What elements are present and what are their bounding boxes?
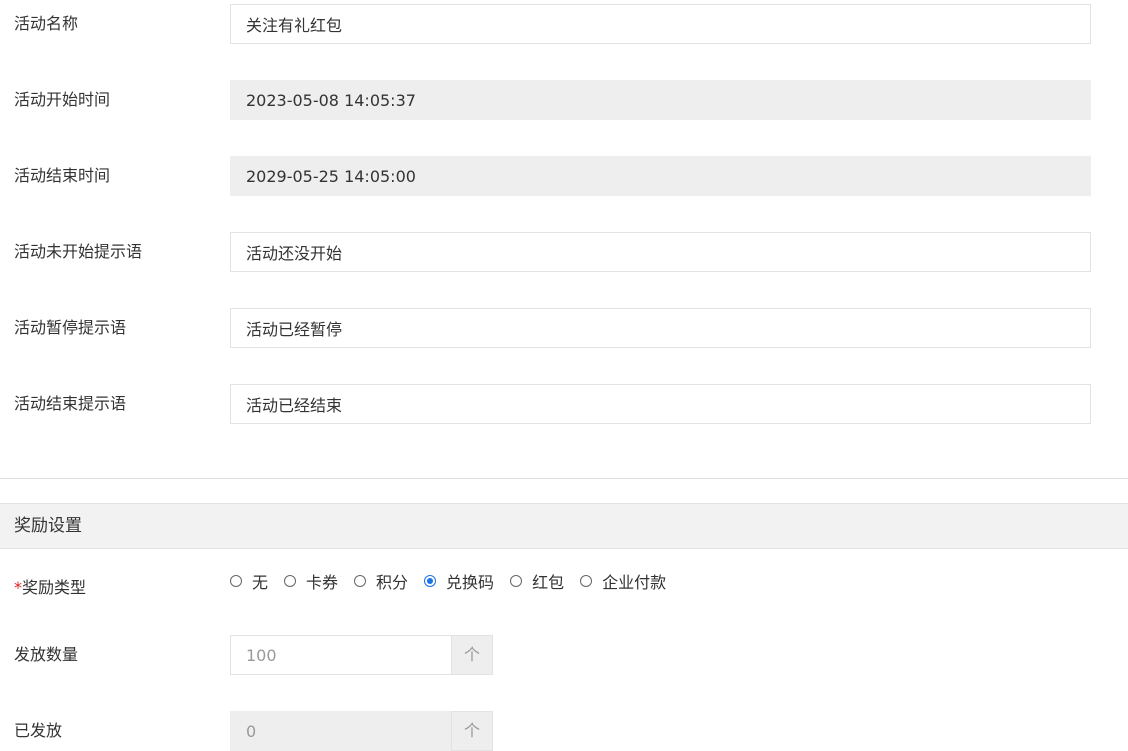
radio-label[interactable]: 兑换码 bbox=[446, 569, 494, 593]
quantity-input[interactable] bbox=[230, 635, 452, 675]
radio-checked-icon[interactable] bbox=[424, 575, 437, 587]
end-time-input[interactable] bbox=[230, 156, 1091, 196]
start-time-label: 活动开始时间 bbox=[14, 90, 111, 109]
form-row-start-time: 活动开始时间 bbox=[0, 80, 1128, 120]
not-started-tip-label: 活动未开始提示语 bbox=[14, 242, 143, 261]
radio-label[interactable]: 积分 bbox=[376, 569, 408, 593]
ended-tip-label: 活动结束提示语 bbox=[14, 394, 127, 413]
radio-unchecked-icon[interactable] bbox=[510, 575, 523, 587]
reward-type-option-enterprise-payment[interactable]: 企业付款 bbox=[580, 569, 666, 593]
issued-unit: 个 bbox=[451, 711, 493, 751]
ended-tip-input[interactable] bbox=[230, 384, 1091, 424]
reward-type-option-none[interactable]: 无 bbox=[230, 569, 268, 593]
form-row-ended-tip: 活动结束提示语 bbox=[0, 384, 1128, 424]
start-time-input[interactable] bbox=[230, 80, 1091, 120]
radio-label[interactable]: 红包 bbox=[532, 569, 564, 593]
reward-section-header: 奖励设置 bbox=[0, 503, 1128, 549]
radio-unchecked-icon[interactable] bbox=[284, 575, 297, 587]
reward-type-option-coupon[interactable]: 卡券 bbox=[284, 569, 338, 593]
radio-label[interactable]: 无 bbox=[252, 569, 268, 593]
radio-label[interactable]: 卡券 bbox=[306, 569, 338, 593]
form-row-not-started-tip: 活动未开始提示语 bbox=[0, 232, 1128, 272]
required-mark: * bbox=[14, 578, 22, 597]
reward-type-option-points[interactable]: 积分 bbox=[354, 569, 408, 593]
activity-name-input[interactable] bbox=[230, 4, 1091, 44]
form-row-paused-tip: 活动暂停提示语 bbox=[0, 308, 1128, 348]
form-row-reward-type: *奖励类型 无 卡券 积分 兑换码 红包 企业付款 bbox=[0, 564, 1128, 604]
quantity-unit: 个 bbox=[451, 635, 493, 675]
radio-unchecked-icon[interactable] bbox=[580, 575, 593, 587]
not-started-tip-input[interactable] bbox=[230, 232, 1091, 272]
activity-name-label: 活动名称 bbox=[14, 14, 79, 33]
issued-input[interactable] bbox=[230, 711, 452, 751]
radio-label[interactable]: 企业付款 bbox=[602, 569, 666, 593]
reward-section-title: 奖励设置 bbox=[14, 516, 82, 536]
quantity-label: 发放数量 bbox=[14, 645, 79, 664]
reward-type-label-text: 奖励类型 bbox=[22, 578, 87, 597]
form-row-quantity: 发放数量 个 bbox=[0, 635, 1128, 675]
form-row-issued: 已发放 个 bbox=[0, 711, 1128, 751]
form-row-end-time: 活动结束时间 bbox=[0, 156, 1128, 196]
reward-type-option-redeem-code[interactable]: 兑换码 bbox=[424, 569, 494, 593]
radio-unchecked-icon[interactable] bbox=[354, 575, 367, 587]
end-time-label: 活动结束时间 bbox=[14, 166, 111, 185]
reward-type-label: *奖励类型 bbox=[14, 568, 86, 608]
section-divider bbox=[0, 478, 1128, 479]
form-row-activity-name: 活动名称 bbox=[0, 4, 1128, 44]
paused-tip-input[interactable] bbox=[230, 308, 1091, 348]
radio-unchecked-icon[interactable] bbox=[230, 575, 242, 587]
issued-label: 已发放 bbox=[14, 721, 63, 740]
paused-tip-label: 活动暂停提示语 bbox=[14, 318, 127, 337]
reward-type-option-red-packet[interactable]: 红包 bbox=[510, 569, 564, 593]
reward-type-radio-group: 无 卡券 积分 兑换码 红包 企业付款 bbox=[230, 561, 682, 601]
